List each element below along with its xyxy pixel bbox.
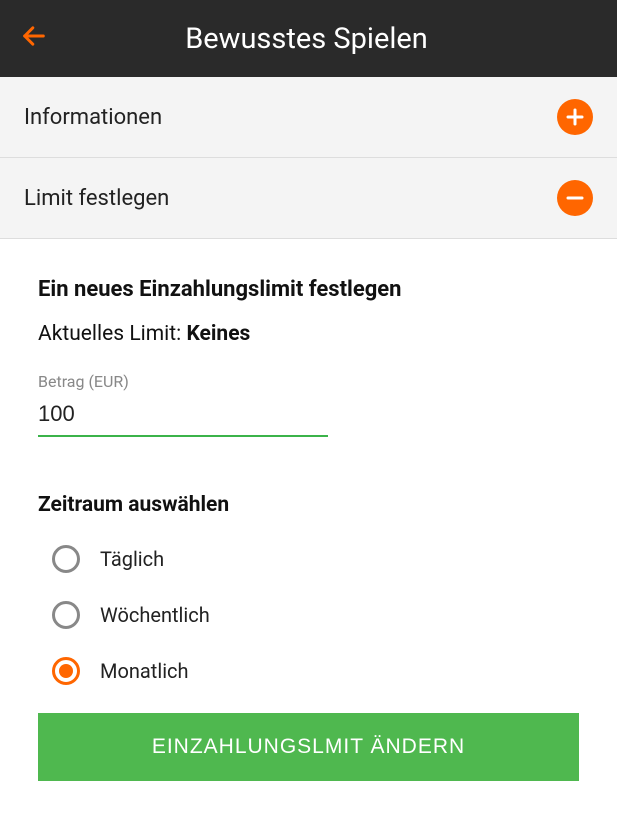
radio-icon [52, 545, 80, 573]
submit-button[interactable]: EINZAHLUNGSLMIT ÄNDERN [38, 713, 579, 781]
minus-icon [557, 180, 593, 216]
accordion-label: Limit festlegen [24, 186, 169, 211]
amount-input[interactable] [38, 397, 328, 437]
radio-label: Wöchentlich [100, 603, 210, 627]
page-title: Bewusstes Spielen [16, 22, 597, 56]
accordion-limit-festlegen[interactable]: Limit festlegen [0, 158, 617, 239]
radio-weekly[interactable]: Wöchentlich [52, 601, 579, 629]
limit-form-panel: Ein neues Einzahlungslimit festlegen Akt… [0, 239, 617, 781]
period-heading: Zeitraum auswählen [38, 493, 579, 517]
radio-icon [52, 657, 80, 685]
radio-label: Monatlich [100, 659, 189, 683]
plus-icon [557, 99, 593, 135]
period-section: Zeitraum auswählen Täglich Wöchentlich M… [38, 493, 579, 685]
current-limit-value: Keines [186, 322, 250, 346]
radio-label: Täglich [100, 547, 164, 571]
accordion-label: Informationen [24, 105, 162, 130]
radio-monthly[interactable]: Monatlich [52, 657, 579, 685]
radio-daily[interactable]: Täglich [52, 545, 579, 573]
amount-label: Betrag (EUR) [38, 372, 579, 391]
form-heading: Ein neues Einzahlungslimit festlegen [38, 277, 579, 302]
radio-icon [52, 601, 80, 629]
current-limit-prefix: Aktuelles Limit: [38, 322, 186, 346]
app-header: Bewusstes Spielen [0, 0, 617, 77]
accordion-informationen[interactable]: Informationen [0, 77, 617, 158]
current-limit-row: Aktuelles Limit: Keines [38, 322, 579, 346]
period-radio-group: Täglich Wöchentlich Monatlich [38, 545, 579, 685]
